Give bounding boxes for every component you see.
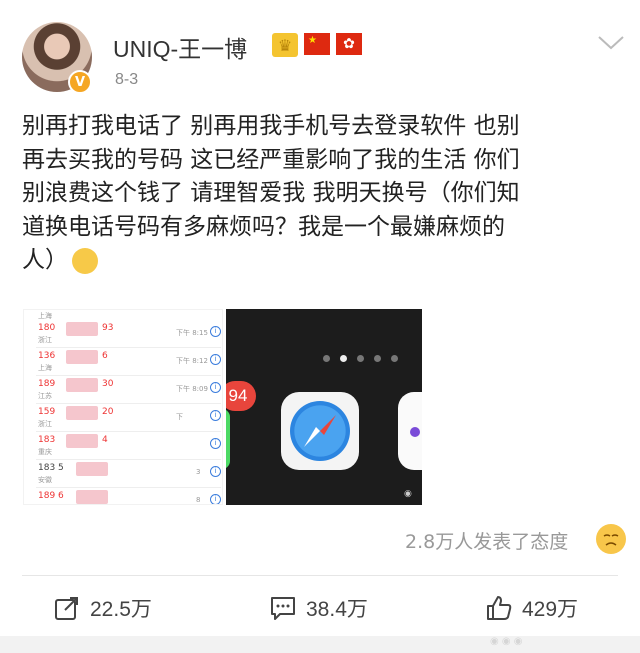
reactions-summary[interactable]: 2.8万人发表了态度	[405, 527, 568, 554]
page-dot-active	[340, 355, 347, 362]
chevron-down-icon[interactable]	[598, 36, 624, 50]
call-location: 浙江	[38, 420, 52, 428]
call-location: 重庆	[38, 448, 52, 456]
call-row: 189 6 8 i	[36, 490, 221, 504]
comment-count: 38.4万	[306, 598, 368, 621]
call-time: 3	[196, 468, 201, 476]
footer-bar: ◉ ◉ ◉	[0, 636, 640, 653]
blurred-digits	[66, 322, 98, 336]
comment-button[interactable]: 38.4万	[270, 593, 368, 623]
call-location: 浙江	[38, 336, 52, 344]
verified-badge-icon: V	[68, 70, 92, 94]
info-icon: i	[210, 466, 221, 477]
blurred-digits	[66, 434, 98, 448]
like-count: 429万	[522, 598, 579, 621]
post-text-line: 再去买我的号码 这已经严重影响了我的生活 你们	[22, 146, 520, 173]
post-text-line: 道换电话号码有多麻烦吗？我是一个最嫌麻烦的	[22, 213, 505, 240]
call-log-image[interactable]: 上海 180 93 浙江 下午 8:15 i 136 6 上海 下午 8:12 …	[23, 309, 223, 505]
repost-button[interactable]: 22.5万	[54, 593, 152, 623]
repost-count: 22.5万	[90, 598, 152, 621]
username[interactable]: UNIQ-王一博	[113, 30, 247, 64]
messages-app-icon	[226, 409, 230, 469]
app-glyph-icon	[410, 427, 420, 437]
call-row: 189 30 江苏 下午 8:09 i	[36, 378, 221, 404]
call-number-suffix: 93	[102, 323, 114, 333]
call-row: 159 20 浙江 下 i	[36, 406, 221, 432]
page-dots	[323, 355, 398, 362]
grumpy-face-icon	[603, 534, 619, 546]
call-row: 180 93 浙江 下午 8:15 i	[36, 322, 221, 348]
comment-icon	[271, 597, 295, 620]
call-number: 183 5	[38, 463, 64, 473]
call-time: 8	[196, 496, 201, 504]
call-time: 下	[176, 413, 183, 421]
call-time: 下午 8:09	[176, 385, 208, 393]
call-time: 下午 8:15	[176, 329, 208, 337]
info-icon: i	[210, 326, 221, 337]
blurred-digits	[76, 490, 108, 504]
call-number-suffix: 6	[102, 351, 108, 361]
call-location: 上海	[38, 312, 52, 320]
compass-needle-icon	[304, 415, 336, 447]
call-location: 江苏	[38, 392, 52, 400]
divider	[22, 575, 618, 576]
info-icon: i	[210, 438, 221, 449]
home-screen-image[interactable]: 94 ◉	[226, 309, 422, 505]
call-time: 下午 8:12	[176, 357, 208, 365]
info-icon: i	[210, 354, 221, 365]
post-text-line: 人）	[22, 247, 68, 273]
safari-app-icon	[281, 392, 359, 470]
call-number: 189	[38, 379, 56, 389]
page-dot	[374, 355, 381, 362]
blurred-digits	[76, 462, 108, 476]
post-time: 8-3	[115, 71, 139, 88]
blurred-digits	[66, 378, 98, 392]
info-icon: i	[210, 494, 221, 504]
page-dot	[357, 355, 364, 362]
call-number-suffix: 30	[102, 379, 114, 389]
notification-badge: 94	[226, 381, 256, 411]
china-flag-icon: ★	[304, 33, 330, 55]
user-badges: ♛ ★ ✿	[272, 33, 362, 57]
page-dot	[391, 355, 398, 362]
call-row: 183 5 安徽 3 i	[36, 462, 221, 488]
thinking-emoji-icon	[72, 247, 98, 274]
call-number: 159	[38, 407, 56, 417]
post-header: V UNIQ-王一博 ♛ ★ ✿ 8-3	[0, 0, 640, 100]
post-text-line: 别再打我电话了 别再用我手机号去登录软件 也别	[22, 113, 520, 139]
app-icon	[398, 392, 422, 470]
call-location: 上海	[38, 364, 52, 372]
post-text-line: 别浪费这个钱了 请理智爱我 我明天换号（你们知	[22, 180, 520, 206]
call-number: 183	[38, 435, 56, 445]
page-dot	[323, 355, 330, 362]
call-number-suffix: 4	[102, 435, 108, 445]
blurred-digits	[66, 350, 98, 364]
crown-icon[interactable]: ♛	[272, 33, 298, 57]
call-number: 189 6	[38, 491, 64, 501]
action-bar: 22.5万 38.4万 429万	[0, 585, 640, 631]
call-number-suffix: 20	[102, 407, 114, 417]
share-icon	[55, 597, 78, 620]
like-button[interactable]: 429万	[486, 593, 578, 623]
blurred-digits	[66, 406, 98, 420]
call-number: 180	[38, 323, 56, 333]
call-number: 136	[38, 351, 56, 361]
watermark-icon: ◉ ◉ ◉	[490, 636, 523, 647]
reaction-emoji-icon[interactable]	[596, 524, 626, 554]
post-text: 别再打我电话了 别再用我手机号去登录软件 也别 再去买我的号码 这已经严重影响了…	[22, 110, 622, 278]
hongkong-flag-icon: ✿	[336, 33, 362, 55]
call-location: 安徽	[38, 476, 52, 484]
call-row: 136 6 上海 下午 8:12 i	[36, 350, 221, 376]
post-text-line-last: 人）	[22, 244, 622, 278]
weibo-watermark-icon: ◉	[404, 489, 412, 499]
call-row: 183 4 重庆 i	[36, 434, 221, 460]
compass-icon	[290, 401, 350, 461]
info-icon: i	[210, 410, 221, 421]
thumbs-up-icon	[487, 596, 512, 620]
info-icon: i	[210, 382, 221, 393]
